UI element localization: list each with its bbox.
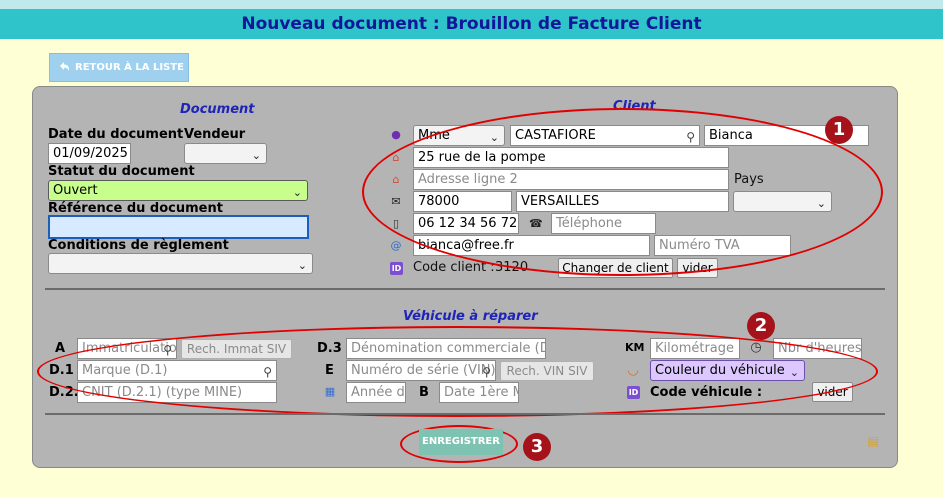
statut-select[interactable]: Ouvert ⌄	[48, 180, 308, 201]
email-icon: @	[390, 239, 402, 252]
save-button[interactable]: ENREGISTRER	[419, 429, 503, 455]
annotation-badge-3: 3	[523, 433, 551, 461]
top-strip	[0, 0, 943, 9]
date-input[interactable]: 01/09/2025	[48, 143, 131, 164]
chevron-down-icon: ⌄	[292, 186, 302, 199]
page-title: Nouveau document : Brouillon de Facture …	[0, 9, 943, 39]
statut-label: Statut du document	[48, 164, 195, 179]
vendeur-select[interactable]: ⌄	[184, 143, 267, 164]
statut-value: Ouvert	[53, 183, 98, 198]
reference-input[interactable]	[48, 215, 309, 239]
reference-label: Référence du document	[48, 201, 223, 216]
person-icon: ●	[391, 128, 401, 141]
vendeur-label: Vendeur	[184, 127, 246, 142]
annotation-ellipse-vehicle	[37, 326, 878, 417]
conditions-select[interactable]: ⌄	[48, 253, 313, 274]
annotation-ellipse-client	[362, 108, 883, 276]
annotation-badge-2: 2	[747, 312, 775, 340]
a-label: A	[55, 341, 66, 356]
back-button-label: RETOUR À LA LISTE	[75, 62, 184, 73]
return-arrow-icon	[58, 59, 70, 86]
chevron-down-icon: ⌄	[297, 259, 307, 272]
id-icon: ID	[390, 262, 403, 275]
date-label: Date du document	[48, 127, 184, 142]
annotation-badge-1: 1	[825, 116, 853, 144]
document-section-title: Document	[180, 102, 255, 117]
section-divider	[45, 413, 885, 415]
vehicle-section-title: Véhicule à réparer	[403, 309, 538, 324]
section-divider	[45, 288, 885, 290]
chevron-down-icon: ⌄	[251, 149, 261, 162]
conditions-label: Conditions de règlement	[48, 238, 229, 253]
notes-icon[interactable]: ▤	[867, 435, 879, 447]
back-to-list-button[interactable]: RETOUR À LA LISTE	[49, 53, 189, 82]
